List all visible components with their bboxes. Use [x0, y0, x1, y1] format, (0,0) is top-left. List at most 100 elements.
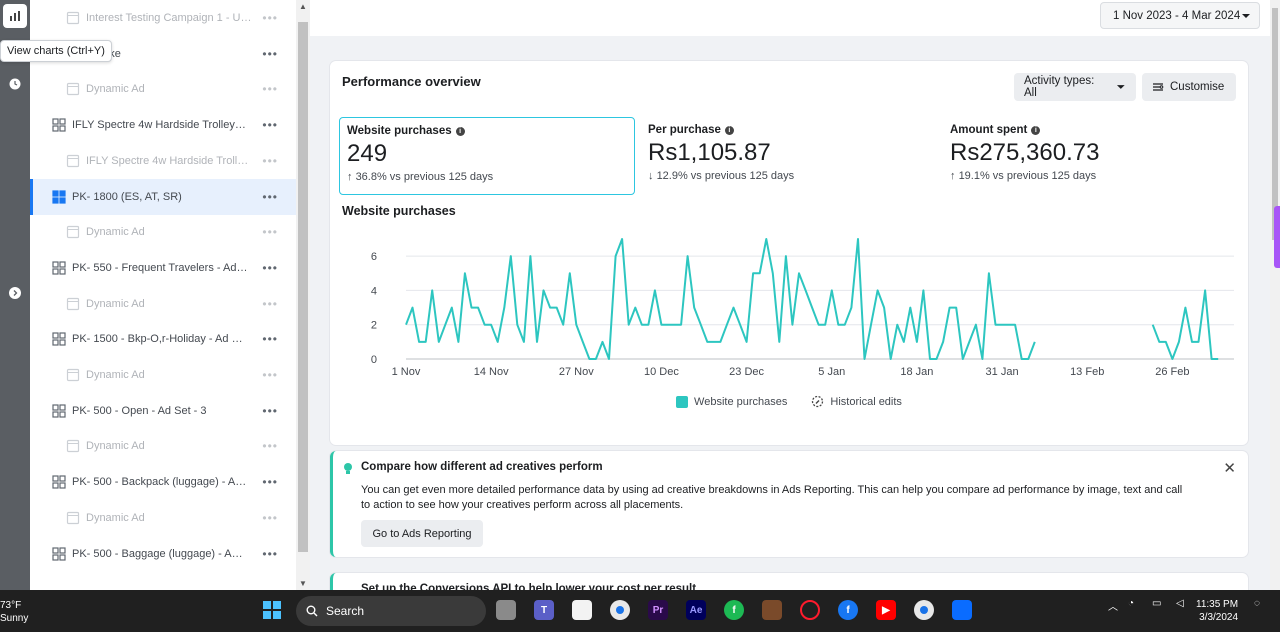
sidebar-adset-item[interactable]: PK- 500 - Backpack (luggage) - Ad ... •••: [30, 464, 296, 500]
task-view-icon[interactable]: [496, 600, 516, 620]
ad-set-icon: [52, 404, 66, 418]
arrow-up-icon: ↑: [950, 170, 956, 182]
more-options-icon[interactable]: •••: [262, 511, 278, 525]
chevron-up-icon[interactable]: ︿: [1108, 598, 1118, 613]
go-to-ads-reporting-button[interactable]: Go to Ads Reporting: [361, 520, 483, 547]
file-icon[interactable]: [572, 600, 592, 620]
opera-icon[interactable]: [800, 600, 820, 620]
legend-website-purchases[interactable]: Website purchases: [676, 395, 787, 408]
app-icon-2[interactable]: [762, 600, 782, 620]
metric-website-purchases[interactable]: Website purchases i 249 ↑ 36.8% vs previo…: [339, 117, 635, 195]
more-options-icon[interactable]: •••: [262, 154, 278, 168]
display-icon[interactable]: ▭: [1152, 598, 1161, 609]
more-options-icon[interactable]: •••: [262, 475, 278, 489]
clock-icon: [9, 78, 21, 90]
caret-down-icon: [1242, 14, 1250, 18]
app-icon-3[interactable]: [952, 600, 972, 620]
metric-delta: 12.9% vs previous 125 days: [656, 170, 795, 182]
info-icon[interactable]: i: [1031, 125, 1041, 135]
system-clock[interactable]: 11:35 PM 3/3/2024: [1196, 598, 1238, 624]
sidebar-ad-item[interactable]: Dynamic Ad •••: [30, 214, 296, 250]
x-tick-label: 18 Jan: [900, 366, 933, 378]
metric-amount-spent[interactable]: Amount spent i Rs275,360.73 ↑ 19.1% vs pr…: [943, 117, 1239, 195]
metric-per-purchase[interactable]: Per purchase i Rs1,105.87 ↓ 12.9% vs prev…: [641, 117, 937, 195]
tip-title: Compare how different ad creatives perfo…: [361, 461, 603, 473]
app-icon[interactable]: f: [724, 600, 744, 620]
sidebar-adset-item[interactable]: PK- 500 - Baggage (luggage) - Ad S... •••: [30, 536, 296, 572]
clock-date: 3/3/2024: [1199, 612, 1239, 623]
scroll-down-arrow[interactable]: ▼: [299, 579, 307, 588]
more-options-icon[interactable]: •••: [262, 225, 278, 239]
legend-historical-edits[interactable]: Historical edits: [811, 395, 902, 408]
windows-start-icon[interactable]: [262, 600, 282, 620]
sidebar-adset-item[interactable]: PK- 550 - Frequent Travelers - Ad Se... •…: [30, 250, 296, 286]
more-options-icon[interactable]: •••: [262, 404, 278, 418]
sidebar-adset-item[interactable]: IFLY Spectre 4w Hardside Trolley-fr... ••…: [30, 107, 296, 143]
sidebar-ad-item[interactable]: Dynamic Ad •••: [30, 286, 296, 322]
metric-value: Rs275,360.73: [950, 139, 1100, 166]
sidebar-ad-item[interactable]: Dynamic Ad •••: [30, 71, 296, 107]
chrome-profile-icon[interactable]: [914, 600, 934, 620]
network-icon[interactable]: ◔: [1128, 598, 1134, 609]
sidebar-ad-item[interactable]: Dynamic Ad •••: [30, 428, 296, 464]
date-range-picker[interactable]: 1 Nov 2023 - 4 Mar 2024: [1100, 2, 1260, 29]
more-options-icon[interactable]: •••: [262, 118, 278, 132]
bar-chart-icon: [10, 11, 20, 21]
premiere-icon[interactable]: Pr: [648, 600, 668, 620]
close-icon[interactable]: ✕: [1223, 459, 1236, 477]
sidebar-item-label: IFLY Spectre 4w Hardside Trolley...: [86, 154, 252, 167]
expand-panel-button[interactable]: [3, 281, 27, 305]
more-options-icon[interactable]: •••: [262, 439, 278, 453]
youtube-icon[interactable]: ▶: [876, 600, 896, 620]
more-options-icon[interactable]: •••: [262, 368, 278, 382]
page-scrollbar[interactable]: [1270, 0, 1280, 590]
info-icon[interactable]: i: [455, 126, 465, 136]
sidebar-ad-item[interactable]: Interest Testing Campaign 1 - Update... •…: [30, 0, 296, 36]
volume-icon[interactable]: ◁: [1176, 598, 1184, 609]
sidebar-scroll-thumb[interactable]: [298, 22, 308, 552]
temperature: 73°F: [0, 600, 22, 611]
view-charts-button[interactable]: [3, 4, 27, 28]
sidebar-adset-item[interactable]: PK- 500 - Open - Ad Set - 3 •••: [30, 393, 296, 429]
y-tick-label: 4: [371, 285, 377, 297]
website-purchases-chart: 0 2 4 6 1 Nov 14 Nov 27 Nov 10 Dec 23 Dec 5 Jan 18…: [371, 238, 1234, 378]
more-options-icon[interactable]: •••: [262, 332, 278, 346]
more-options-icon[interactable]: •••: [262, 261, 278, 275]
ad-icon: [66, 154, 80, 167]
sidebar-item-label: Dynamic Ad: [86, 511, 145, 524]
more-options-icon[interactable]: •••: [262, 47, 278, 61]
scroll-up-arrow[interactable]: ▲: [299, 2, 307, 11]
sidebar-adset-item[interactable]: PK- 1800 (ES, AT, SR) •••: [30, 178, 296, 215]
sidebar-ad-item[interactable]: IFLY Spectre 4w Hardside Trolley... •••: [30, 143, 296, 179]
activity-types-label: Activity types: All: [1024, 75, 1095, 99]
activity-types-dropdown[interactable]: Activity types: All: [1014, 73, 1136, 101]
weather-widget[interactable]: 73°F Sunny: [0, 599, 28, 625]
sidebar-ad-item[interactable]: Dynamic Ad •••: [30, 357, 296, 393]
customise-icon: [1153, 83, 1164, 91]
more-options-icon[interactable]: •••: [262, 547, 278, 561]
x-tick-label: 5 Jan: [818, 366, 845, 378]
after-effects-icon[interactable]: Ae: [686, 600, 706, 620]
sidebar-item-label: PK- 500 - Backpack (luggage) - Ad ...: [72, 476, 248, 489]
more-options-icon[interactable]: •••: [262, 82, 278, 96]
sidebar-item-label: Dynamic Ad: [86, 83, 145, 96]
sidebar-ad-item[interactable]: Dynamic Ad •••: [30, 500, 296, 536]
more-options-icon[interactable]: •••: [262, 11, 278, 25]
teams-icon[interactable]: T: [534, 600, 554, 620]
history-button[interactable]: [3, 72, 27, 96]
sidebar-adset-item[interactable]: PK- 1500 - Bkp-O,r-Holiday - Ad Set -...…: [30, 321, 296, 357]
chrome-icon[interactable]: [610, 600, 630, 620]
search-icon: [306, 605, 318, 617]
notification-icon[interactable]: ◌: [1254, 598, 1260, 609]
y-tick-label: 0: [371, 354, 377, 366]
info-icon[interactable]: i: [724, 125, 734, 135]
x-tick-label: 31 Jan: [986, 366, 1019, 378]
sidebar-scrollbar[interactable]: ▲ ▼: [296, 0, 310, 590]
taskbar-search[interactable]: Search: [296, 596, 486, 626]
side-tab[interactable]: [1274, 206, 1280, 268]
series-line-website-purchases[interactable]: [405, 238, 1036, 360]
customise-button[interactable]: Customise: [1142, 73, 1236, 101]
facebook-icon[interactable]: f: [838, 600, 858, 620]
more-options-icon[interactable]: •••: [262, 297, 278, 311]
more-options-icon[interactable]: •••: [262, 190, 278, 204]
